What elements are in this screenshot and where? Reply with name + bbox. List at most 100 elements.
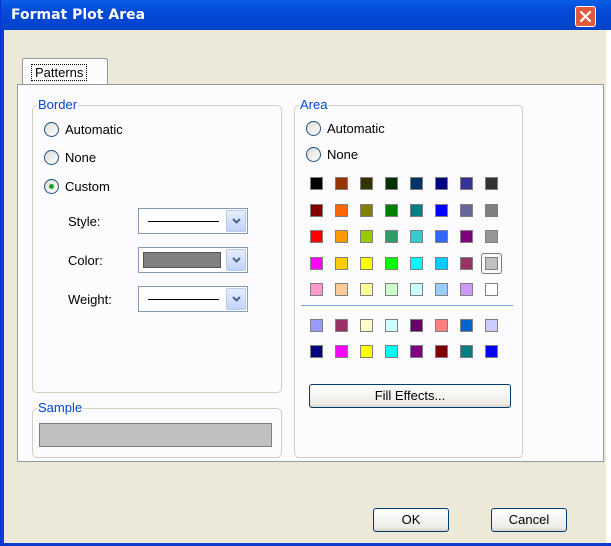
color-swatch[interactable] (335, 256, 348, 270)
color-swatch[interactable] (310, 283, 323, 296)
chevron-down-icon (232, 257, 241, 263)
color-swatch[interactable] (410, 345, 423, 358)
color-swatch[interactable] (435, 230, 448, 243)
color-swatch[interactable] (435, 256, 448, 270)
border-none-label: None (65, 150, 97, 165)
color-swatch[interactable] (485, 283, 498, 296)
background-window-edge (606, 30, 611, 543)
color-swatch[interactable] (460, 256, 473, 270)
palette-separator (301, 305, 513, 306)
color-swatch[interactable] (460, 319, 473, 332)
radio-circle (44, 122, 59, 137)
line-style-preview (148, 221, 219, 222)
color-dropdown[interactable] (138, 247, 248, 273)
color-swatch[interactable] (310, 319, 323, 332)
color-swatch[interactable] (360, 230, 373, 243)
color-swatch[interactable] (335, 177, 348, 190)
radio-circle (306, 147, 321, 162)
color-swatch[interactable] (460, 177, 473, 190)
color-swatch[interactable] (485, 256, 498, 270)
fill-effects-button[interactable]: Fill Effects... (309, 384, 511, 408)
sample-group-label: Sample (37, 400, 84, 415)
close-icon (579, 10, 592, 23)
color-swatch[interactable] (460, 345, 473, 358)
color-swatch-preview (143, 252, 221, 268)
color-swatch[interactable] (385, 283, 398, 296)
color-swatch[interactable] (335, 203, 348, 217)
color-swatch[interactable] (410, 203, 423, 217)
color-swatch[interactable] (435, 177, 448, 190)
color-swatch[interactable] (385, 203, 398, 217)
sample-preview (39, 423, 272, 447)
color-swatch[interactable] (485, 203, 498, 217)
radio-circle (306, 121, 321, 136)
color-swatch[interactable] (335, 283, 348, 296)
color-swatch[interactable] (310, 230, 323, 243)
color-swatch[interactable] (335, 319, 348, 332)
area-none-label: None (327, 147, 359, 162)
chevron-down-icon (232, 296, 241, 302)
title-bar[interactable]: Format Plot Area (1, 0, 611, 30)
color-swatch[interactable] (460, 203, 473, 217)
area-automatic-label: Automatic (327, 121, 385, 136)
color-dropdown-button[interactable] (226, 249, 246, 271)
color-swatch[interactable] (485, 345, 498, 358)
color-swatch[interactable] (310, 203, 323, 217)
radio-circle (44, 150, 59, 165)
area-group-label: Area (299, 97, 329, 112)
color-swatch[interactable] (385, 256, 398, 270)
weight-dropdown-button[interactable] (226, 288, 246, 310)
color-swatch[interactable] (360, 319, 373, 332)
color-swatch[interactable] (360, 177, 373, 190)
color-swatch[interactable] (310, 345, 323, 358)
color-swatch[interactable] (360, 203, 373, 217)
color-swatch[interactable] (410, 230, 423, 243)
color-swatch[interactable] (360, 345, 373, 358)
line-weight-preview (148, 299, 219, 300)
border-custom-label: Custom (65, 179, 110, 194)
border-custom-radio[interactable]: Custom (44, 179, 110, 194)
color-swatch[interactable] (335, 345, 348, 358)
style-dropdown-button[interactable] (226, 210, 246, 232)
color-swatch[interactable] (435, 319, 448, 332)
color-swatch[interactable] (385, 345, 398, 358)
ok-button[interactable]: OK (373, 508, 449, 532)
color-swatch[interactable] (360, 283, 373, 296)
color-swatch[interactable] (385, 230, 398, 243)
border-group-label: Border (37, 97, 79, 112)
color-swatch[interactable] (410, 283, 423, 296)
color-swatch[interactable] (310, 256, 323, 270)
color-swatch[interactable] (310, 177, 323, 190)
color-label: Color: (68, 253, 103, 268)
color-swatch[interactable] (485, 177, 498, 190)
tab-patterns[interactable]: Patterns (22, 58, 108, 84)
style-dropdown[interactable] (138, 208, 248, 234)
dialog-title: Format Plot Area (11, 7, 146, 23)
border-automatic-radio[interactable]: Automatic (44, 122, 123, 137)
cancel-button[interactable]: Cancel (491, 508, 567, 532)
weight-dropdown[interactable] (138, 286, 248, 312)
color-swatch[interactable] (385, 319, 398, 332)
color-swatch[interactable] (335, 230, 348, 243)
color-swatch[interactable] (435, 345, 448, 358)
border-automatic-label: Automatic (65, 122, 123, 137)
color-swatch[interactable] (485, 230, 498, 243)
area-automatic-radio[interactable]: Automatic (306, 121, 385, 136)
color-swatch[interactable] (410, 319, 423, 332)
color-swatch[interactable] (410, 256, 423, 270)
color-swatch[interactable] (385, 177, 398, 190)
color-swatch[interactable] (435, 203, 448, 217)
color-swatch[interactable] (485, 319, 498, 332)
tab-patterns-label: Patterns (31, 64, 88, 81)
chevron-down-icon (232, 218, 241, 224)
color-swatch[interactable] (460, 230, 473, 243)
area-none-radio[interactable]: None (306, 147, 358, 162)
color-swatch[interactable] (410, 177, 423, 190)
style-label: Style: (68, 214, 101, 229)
close-button[interactable] (575, 6, 596, 27)
color-swatch[interactable] (360, 256, 373, 270)
border-none-radio[interactable]: None (44, 150, 96, 165)
color-swatch[interactable] (435, 283, 448, 296)
weight-label: Weight: (68, 292, 112, 307)
color-swatch[interactable] (460, 283, 473, 296)
